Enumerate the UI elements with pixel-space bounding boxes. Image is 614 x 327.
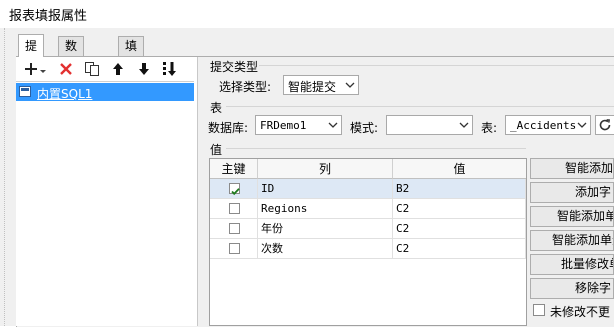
values-divider [226, 148, 526, 149]
smart-add-cell-button[interactable]: 智能添加单 [530, 206, 614, 227]
tab-shortcut-settings[interactable]: 填报快捷键设置 [118, 36, 145, 167]
database-table-icon [19, 86, 31, 97]
chevron-down-icon [325, 116, 341, 134]
col-header-column[interactable]: 列 [258, 159, 393, 179]
smart-add-cell-group-button[interactable]: 智能添加单元 [530, 230, 614, 251]
table-row[interactable]: 年份 C2 [210, 219, 526, 239]
schema-select[interactable] [386, 115, 473, 135]
tree-item-label: 内置SQL1 [37, 87, 93, 101]
move-to-bottom-icon[interactable] [160, 59, 180, 79]
table-section-label: 表 [210, 101, 223, 115]
schema-label: 模式: [350, 121, 379, 135]
column-cell[interactable]: Regions [258, 199, 393, 219]
checkmark-icon [231, 188, 240, 196]
remove-field-button[interactable]: 移除字 [530, 278, 614, 299]
primary-key-checkbox[interactable] [229, 183, 240, 196]
submit-type-section-label: 提交类型 [210, 60, 259, 74]
submit-type-value: 智能提交 [288, 80, 337, 94]
unmodified-no-update-option[interactable]: 未修改不更 [530, 301, 614, 321]
add-dropdown-icon[interactable] [22, 59, 48, 79]
key-cell [210, 179, 258, 199]
chevron-down-icon [456, 116, 472, 134]
table-row[interactable]: 次数 C2 [210, 239, 526, 259]
database-select[interactable]: FRDemo1 [255, 115, 342, 135]
table-row[interactable]: ID B2 [210, 179, 526, 199]
primary-key-checkbox[interactable] [229, 203, 240, 214]
window-title: 报表填报属性 [9, 9, 88, 24]
key-cell [210, 199, 258, 219]
table-row[interactable]: Regions C2 [210, 199, 526, 219]
database-label: 数据库: [208, 121, 249, 135]
column-cell[interactable]: ID [258, 179, 393, 199]
chevron-down-icon [574, 116, 590, 134]
value-cell[interactable]: B2 [393, 179, 526, 199]
table-label: 表: [481, 121, 498, 135]
move-up-icon[interactable] [108, 59, 128, 79]
database-value: FRDemo1 [260, 119, 307, 132]
table-select[interactable]: _Accidents [505, 115, 591, 135]
value-cell[interactable]: C2 [393, 239, 526, 259]
add-field-button[interactable]: 添加字 [530, 182, 614, 203]
delete-icon[interactable] [56, 59, 76, 79]
value-cell[interactable]: C2 [393, 199, 526, 219]
table-divider [226, 106, 614, 107]
submit-settings-pane: 提交类型 选择类型: 智能提交 表 数据库: FRDemo1 模式: 表: _A… [199, 57, 614, 326]
col-header-value[interactable]: 值 [393, 159, 526, 179]
smart-add-button[interactable]: 智能添加 [530, 158, 614, 179]
refresh-button[interactable] [595, 115, 614, 135]
column-cell[interactable]: 次数 [258, 239, 393, 259]
submit-type-select[interactable]: 智能提交 [283, 75, 359, 95]
col-header-key[interactable]: 主键 [210, 159, 258, 179]
tab-data-validation[interactable]: 数据校验 [58, 36, 85, 110]
unmodified-no-update-label: 未修改不更 [550, 305, 611, 319]
chevron-down-icon [342, 76, 358, 94]
sql-tree: 内置SQL1 [16, 81, 194, 327]
sql-toolbar [16, 57, 197, 81]
submit-type-divider [259, 65, 614, 66]
unmodified-no-update-checkbox[interactable] [533, 304, 545, 316]
tab-submit[interactable]: 提交 [18, 34, 45, 75]
left-edge-divider [0, 28, 5, 326]
move-down-icon[interactable] [134, 59, 154, 79]
select-type-label: 选择类型: [219, 80, 272, 94]
batch-modify-cell-button[interactable]: 批量修改单 [530, 254, 614, 275]
values-table: 主键 列 值 ID B2 Regions C2 年份 C2 次数 C2 [209, 158, 527, 326]
key-cell [210, 219, 258, 239]
primary-key-checkbox[interactable] [229, 243, 240, 254]
value-cell[interactable]: C2 [393, 219, 526, 239]
tree-item-sql[interactable]: 内置SQL1 [16, 83, 194, 101]
window-titlebar: 报表填报属性 [0, 0, 614, 28]
values-section-label: 值 [210, 143, 223, 157]
primary-key-checkbox[interactable] [229, 223, 240, 234]
column-cell[interactable]: 年份 [258, 219, 393, 239]
refresh-icon [599, 119, 611, 131]
table-value: _Accidents [510, 119, 577, 132]
copy-icon[interactable] [82, 59, 102, 79]
sql-list-pane: 内置SQL1 [16, 57, 198, 326]
key-cell [210, 239, 258, 259]
